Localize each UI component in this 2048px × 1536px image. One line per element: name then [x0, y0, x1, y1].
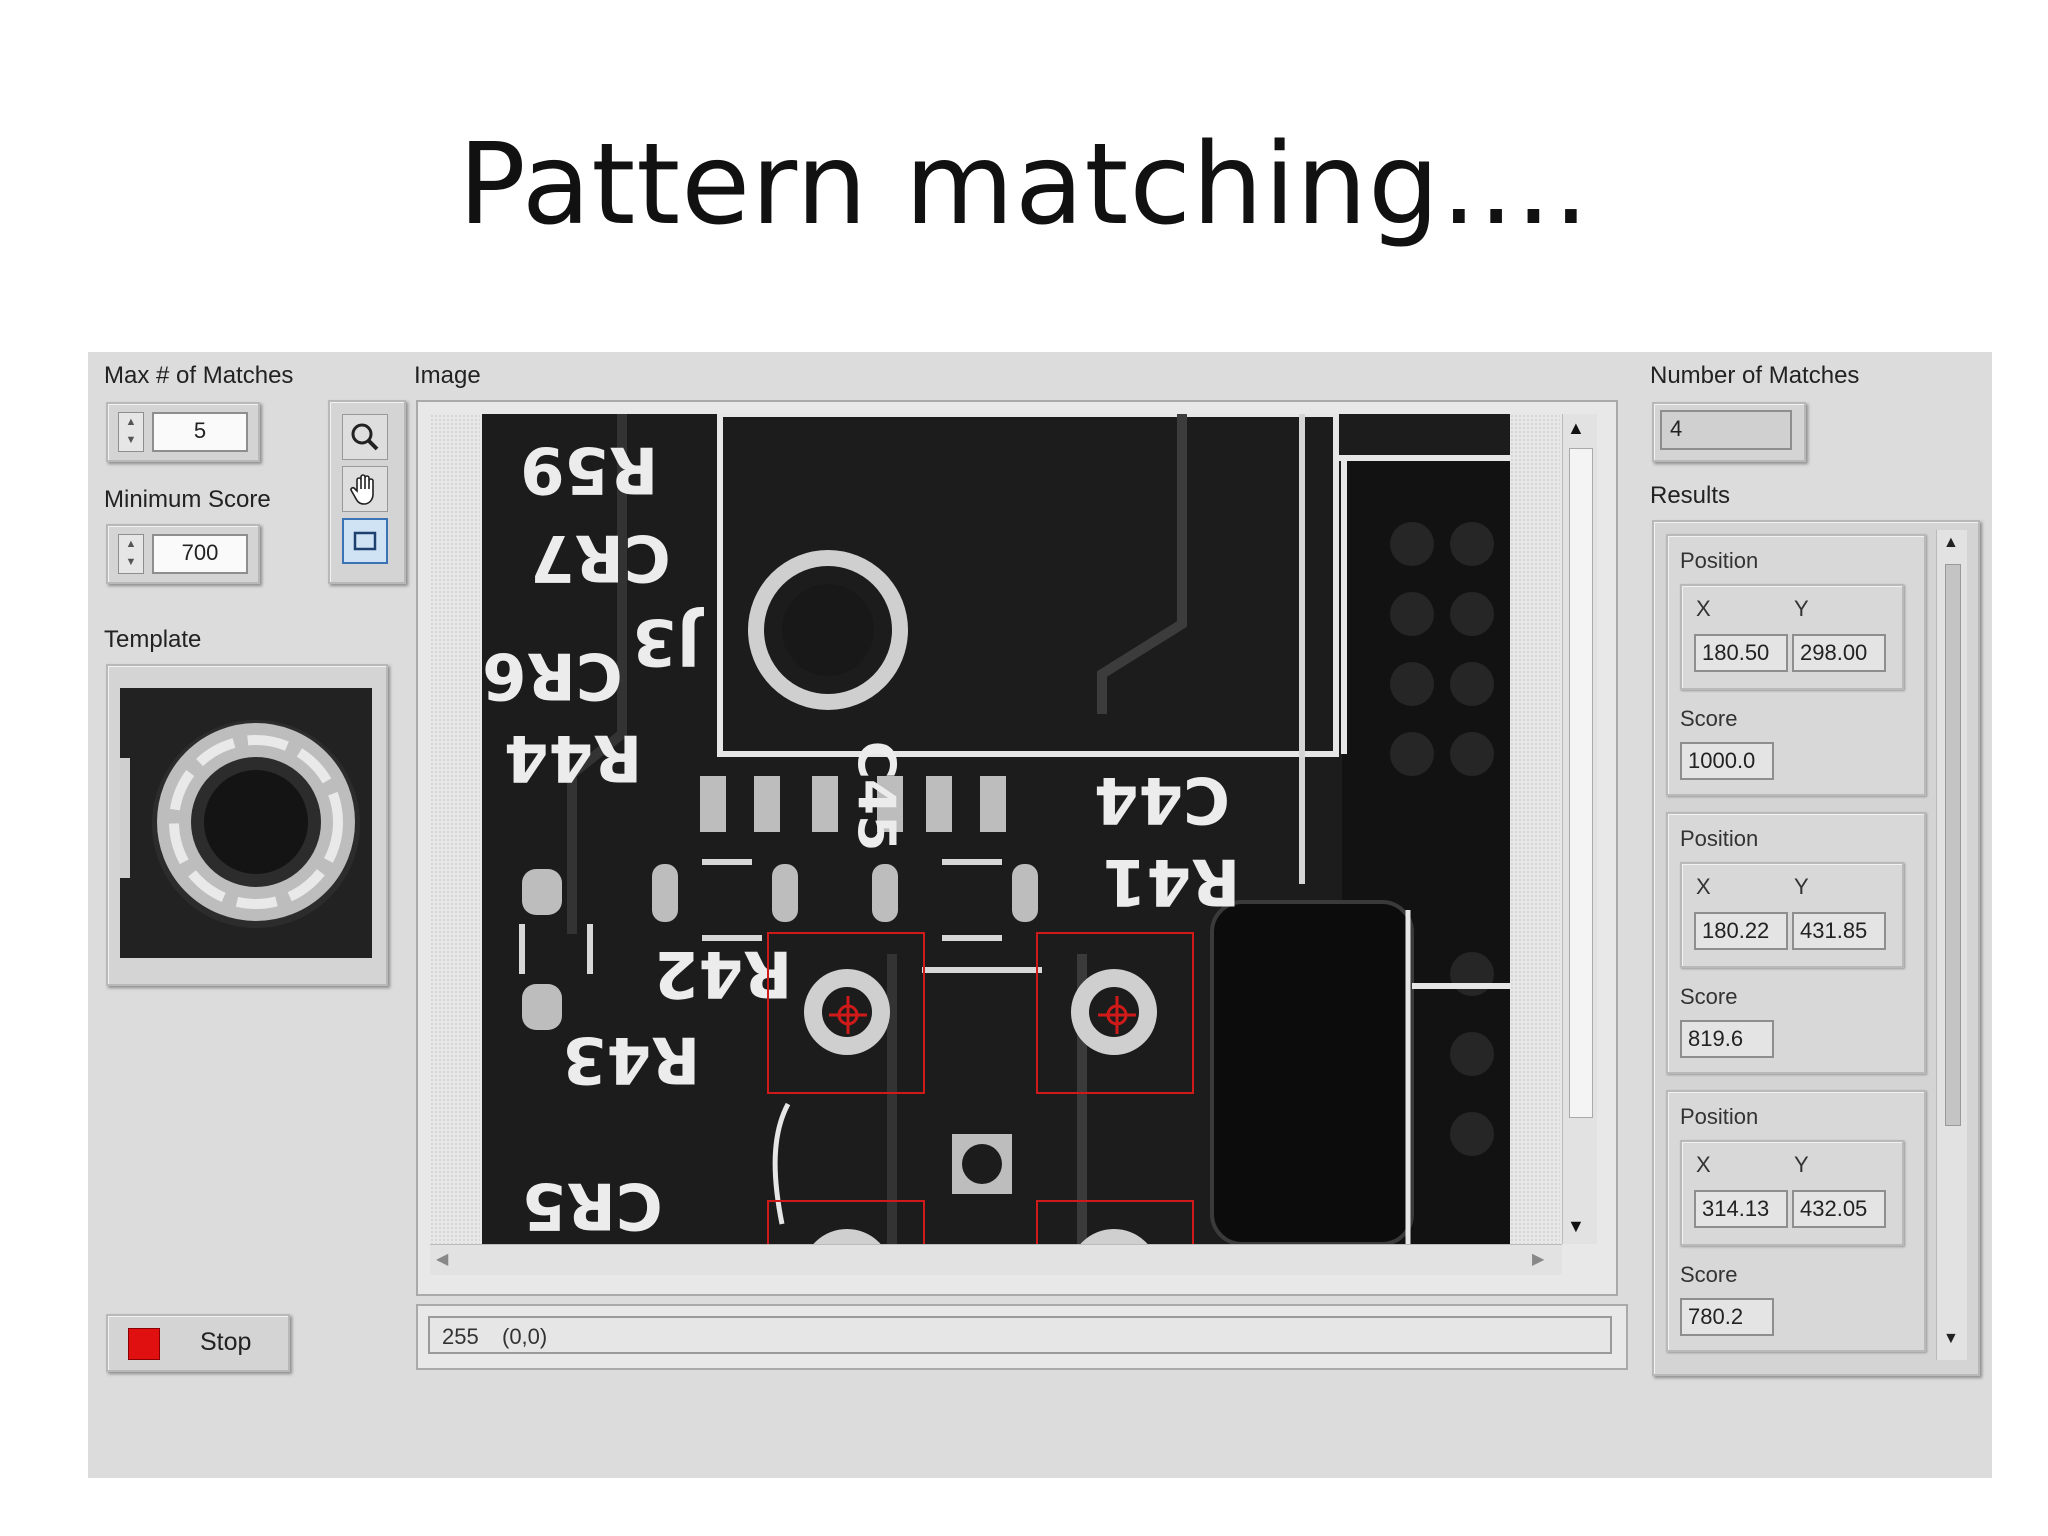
- position-cluster: X Y 314.13 432.05: [1680, 1140, 1904, 1246]
- template-label: Template: [104, 626, 202, 653]
- zoom-icon[interactable]: [342, 414, 388, 460]
- x-value: 314.13: [1694, 1190, 1788, 1228]
- results-label: Results: [1650, 482, 1731, 509]
- min-score-input[interactable]: 700: [152, 534, 248, 574]
- result-item: Position X Y 180.22 431.85 Score 819.6: [1666, 812, 1926, 1074]
- template-image: [120, 688, 372, 958]
- pixel-value: 255: [442, 1324, 479, 1349]
- scroll-left-icon[interactable]: ◀: [436, 1249, 448, 1269]
- pixel-coordinates: (0,0): [502, 1324, 548, 1349]
- image-vertical-scrollbar[interactable]: ▲ ▼: [1562, 414, 1597, 1244]
- x-value: 180.50: [1694, 634, 1788, 672]
- result-item: Position X Y 180.50 298.00 Score 1000.0: [1666, 534, 1926, 796]
- pan-hand-icon[interactable]: [342, 466, 388, 512]
- silkscreen-r43: R43: [562, 1022, 701, 1096]
- score-value: 780.2: [1680, 1298, 1774, 1336]
- max-matches-input[interactable]: 5: [152, 412, 248, 452]
- scroll-down-icon[interactable]: ▼: [1943, 1330, 1959, 1348]
- y-value: 298.00: [1792, 634, 1886, 672]
- crosshair-icon: [1098, 996, 1136, 1034]
- results-scroll-thumb[interactable]: [1945, 564, 1961, 1126]
- silkscreen-c45: C45: [845, 740, 906, 852]
- silkscreen-j3: J3: [632, 604, 701, 678]
- y-label: Y: [1794, 874, 1809, 899]
- y-label: Y: [1794, 1152, 1809, 1177]
- pcb-image: R59 CR7 CR6 J3 R44 C45 C44 R41 R42 R43 C…: [482, 414, 1510, 1244]
- match-box-2: [767, 932, 925, 1094]
- silkscreen-cr6: CR6: [482, 638, 623, 712]
- template-ring-graphic: [120, 688, 372, 958]
- min-score-label: Minimum Score: [104, 486, 271, 513]
- stop-button[interactable]: Stop: [106, 1314, 290, 1372]
- crosshair-icon: [829, 996, 867, 1034]
- image-margin-left: [430, 414, 480, 1244]
- score-label: Score: [1680, 1262, 1738, 1287]
- match-box-5: [1036, 1200, 1194, 1244]
- silkscreen-r59: R59: [520, 432, 659, 506]
- silkscreen-c44: C44: [1094, 762, 1231, 836]
- score-label: Score: [1680, 706, 1738, 731]
- results-scrollbar[interactable]: ▲ ▼: [1936, 530, 1967, 1360]
- image-margin-right: [1510, 414, 1560, 1244]
- scroll-up-icon[interactable]: ▲: [1567, 418, 1585, 439]
- position-cluster: X Y 180.50 298.00: [1680, 584, 1904, 690]
- max-matches-label: Max # of Matches: [104, 362, 294, 389]
- scroll-down-icon[interactable]: ▼: [1567, 1216, 1585, 1237]
- x-label: X: [1696, 596, 1711, 621]
- min-score-stepper[interactable]: ▲ ▼: [118, 534, 144, 574]
- stop-button-label: Stop: [200, 1328, 252, 1356]
- x-label: X: [1696, 874, 1711, 899]
- y-label: Y: [1794, 596, 1809, 621]
- image-scroll-thumb[interactable]: [1569, 448, 1593, 1118]
- image-status-bar: 255 (0,0): [428, 1316, 1612, 1354]
- result-item: Position X Y 314.13 432.05 Score 780.2: [1666, 1090, 1926, 1352]
- score-value: 819.6: [1680, 1020, 1774, 1058]
- silkscreen-r41: R41: [1102, 844, 1241, 918]
- stop-indicator-icon: [128, 1328, 160, 1360]
- y-value: 431.85: [1792, 912, 1886, 950]
- silkscreen-cr5: CR5: [522, 1168, 663, 1242]
- scroll-up-icon[interactable]: ▲: [1943, 534, 1959, 552]
- number-of-matches-value: 4: [1660, 410, 1792, 450]
- silkscreen-r44: R44: [504, 720, 643, 794]
- x-value: 180.22: [1694, 912, 1788, 950]
- position-cluster: X Y 180.22 431.85: [1680, 862, 1904, 968]
- number-of-matches-label: Number of Matches: [1650, 362, 1860, 389]
- slide-title: Pattern matching….: [458, 120, 1590, 250]
- score-label: Score: [1680, 984, 1738, 1009]
- scroll-right-icon[interactable]: ▶: [1532, 1249, 1544, 1269]
- rectangle-select-icon[interactable]: [342, 518, 388, 564]
- position-label: Position: [1680, 548, 1759, 573]
- y-value: 432.05: [1792, 1190, 1886, 1228]
- score-value: 1000.0: [1680, 742, 1774, 780]
- position-label: Position: [1680, 826, 1759, 851]
- match-box-4: [767, 1200, 925, 1244]
- silkscreen-cr7: CR7: [530, 520, 671, 594]
- image-label: Image: [414, 362, 481, 389]
- match-box-3: [1036, 932, 1194, 1094]
- image-horizontal-scrollbar[interactable]: ◀ ▶: [430, 1244, 1562, 1275]
- x-label: X: [1696, 1152, 1711, 1177]
- position-label: Position: [1680, 1104, 1759, 1129]
- max-matches-stepper[interactable]: ▲ ▼: [118, 412, 144, 452]
